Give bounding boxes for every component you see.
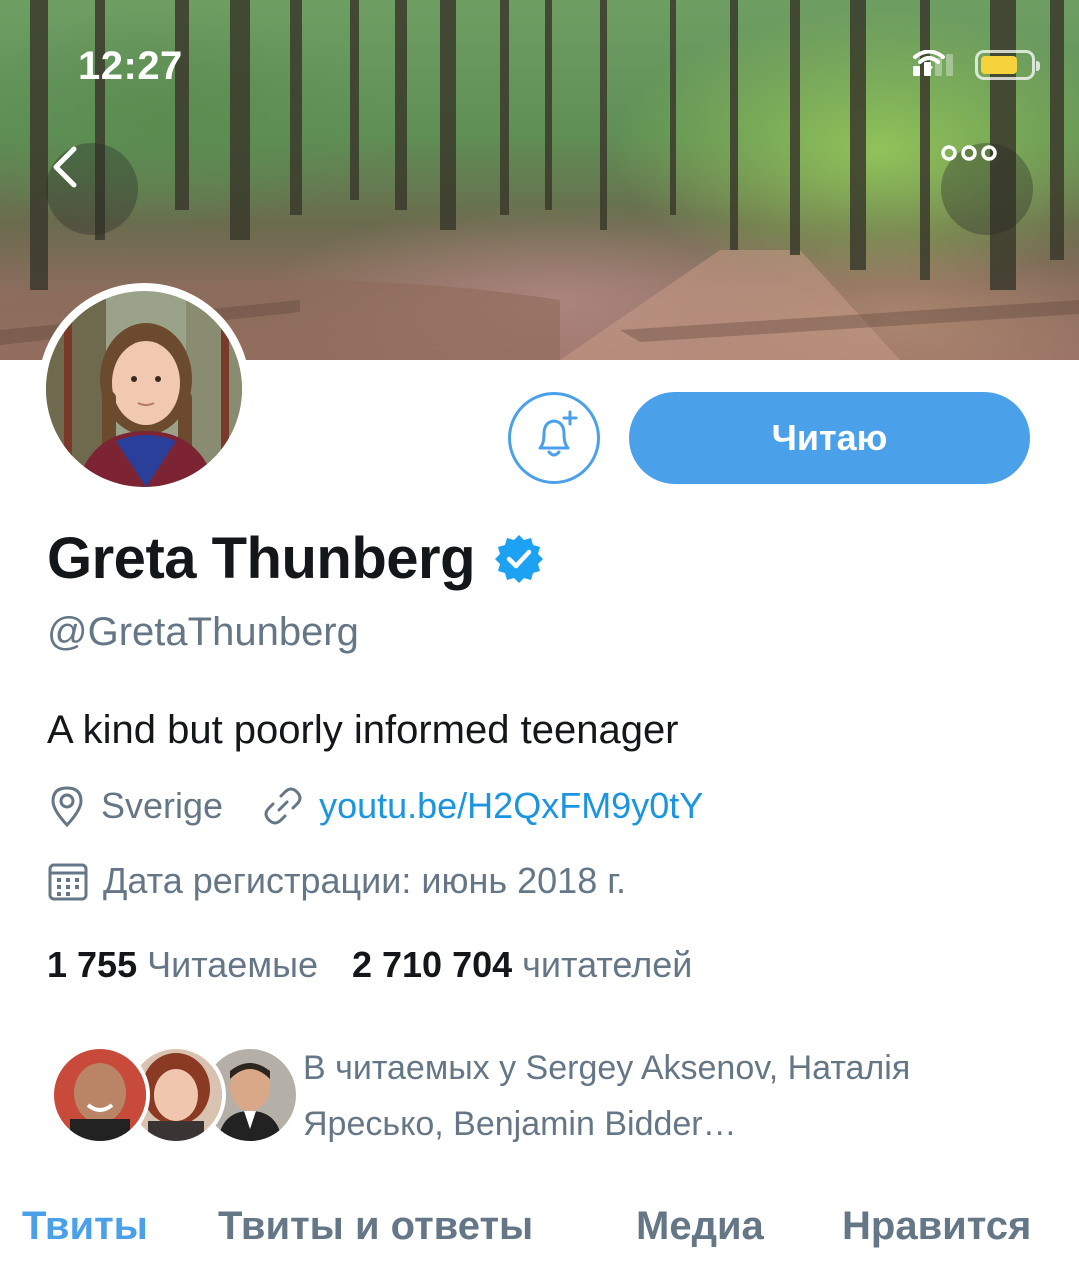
- link-icon: [261, 784, 305, 828]
- battery-icon: [975, 50, 1040, 80]
- location-pin-icon: [47, 784, 87, 828]
- following-label: Читаемые: [147, 944, 318, 985]
- follow-stats: 1 755 Читаемые 2 710 704 читателей: [47, 944, 692, 986]
- tab-tweets[interactable]: Твиты: [22, 1204, 148, 1249]
- bell-plus-icon: [538, 410, 578, 457]
- profile-bio: A kind but poorly informed teenager: [47, 708, 679, 752]
- notifications-button[interactable]: [508, 392, 600, 484]
- tab-media[interactable]: Медиа: [636, 1204, 764, 1249]
- status-time: 12:27: [78, 44, 183, 88]
- location-link-row: Sverige youtu.be/H2QxFM9y0tY: [47, 784, 703, 828]
- more-options-button[interactable]: [941, 143, 1033, 235]
- avatar-image: [46, 291, 242, 487]
- followed-by-avatars[interactable]: [50, 1045, 300, 1145]
- profile-link[interactable]: youtu.be/H2QxFM9y0tY: [319, 785, 703, 827]
- profile-handle: @GretaThunberg: [47, 610, 359, 654]
- battery-level: [981, 56, 1017, 74]
- join-date-text: Дата регистрации: июнь 2018 г.: [103, 860, 626, 901]
- chevron-left-icon: [53, 146, 77, 188]
- name-row: Greta Thunberg: [47, 525, 545, 592]
- tab-likes[interactable]: Нравится: [842, 1204, 1031, 1249]
- verified-badge-icon: [495, 534, 544, 583]
- followers-stat[interactable]: 2 710 704 читателей: [352, 944, 692, 986]
- more-horizontal-icon: [941, 145, 997, 161]
- tab-tweets-and-replies[interactable]: Твиты и ответы: [218, 1204, 533, 1249]
- display-name: Greta Thunberg: [47, 526, 476, 591]
- followers-label: читателей: [522, 944, 693, 985]
- location-text: Sverige: [101, 785, 224, 826]
- wifi-icon: [913, 50, 945, 72]
- following-stat[interactable]: 1 755 Читаемые: [47, 944, 318, 986]
- followers-count: 2 710 704: [351, 944, 513, 985]
- following-button[interactable]: Читаю: [629, 392, 1030, 484]
- following-count: 1 755: [47, 944, 138, 985]
- calendar-icon: [47, 860, 89, 902]
- avatar: [50, 1045, 150, 1145]
- followed-by-text[interactable]: В читаемых у Sergey Aksenov, Наталія Яре…: [303, 1040, 1003, 1152]
- status-indicators: [913, 50, 1040, 80]
- profile-avatar[interactable]: [38, 283, 250, 495]
- profile-tabs: Твиты Твиты и ответы Медиа Нравится: [0, 1200, 1079, 1280]
- back-button[interactable]: [46, 143, 138, 235]
- join-date-row: Дата регистрации: июнь 2018 г.: [47, 860, 626, 902]
